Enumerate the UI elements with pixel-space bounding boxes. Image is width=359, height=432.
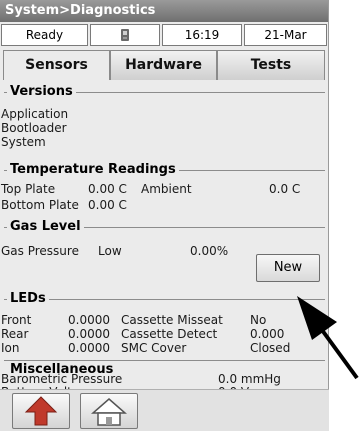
pointer-arrow-icon	[297, 296, 359, 380]
